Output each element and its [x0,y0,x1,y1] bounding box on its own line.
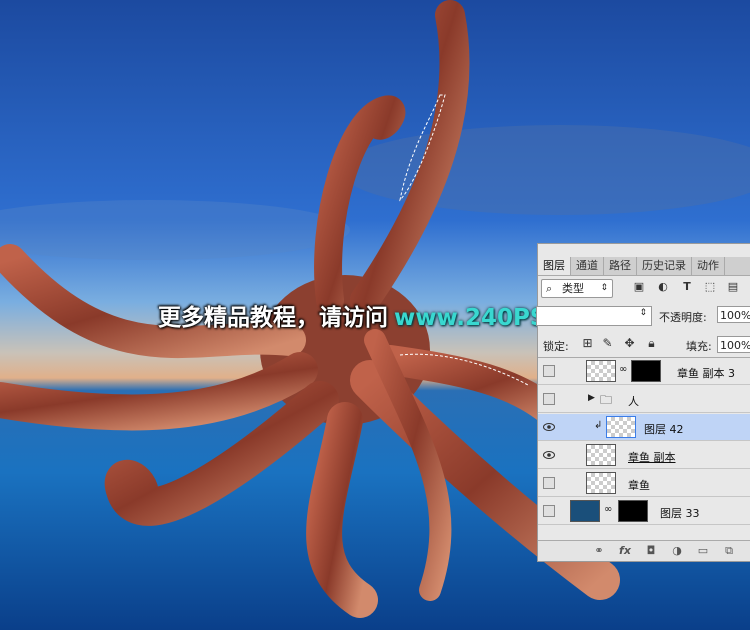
visibility-toggle[interactable] [543,505,555,517]
lock-all-icon[interactable]: 🔒︎ [645,337,658,350]
layers-list: ∞ 章鱼 副本 3 ▶ 🗀︎ 人 ↲ 图层 42 章鱼 副本 章鱼 ∞ 图层 3… [538,357,750,541]
layer-name: 图层 42 [644,423,684,436]
new-layer-icon[interactable]: ⧉ [722,544,736,558]
fill-input[interactable]: 100% [717,336,750,353]
lock-brush-icon[interactable]: ✎ [601,337,614,350]
add-mask-icon[interactable]: ◘ [644,544,658,558]
layer-name: 人 [628,395,639,408]
visibility-toggle[interactable] [543,365,555,377]
layer-row[interactable]: 章鱼 [538,470,750,497]
tab-history[interactable]: 历史记录 [637,257,692,275]
chain-link-icon: ∞ [604,504,613,515]
shape-filter-icon[interactable]: ⬚ [703,280,717,294]
search-icon: ⌕ [546,282,553,295]
filter-row: ⌕ 类型 ⇕ ▣ ◐ T ⬚ ▤ [538,277,750,299]
filter-type-select[interactable]: ⌕ 类型 ⇕ [541,279,613,298]
panel-bottom-bar: ⚭ fx ◘ ◑ ▭ ⧉ [538,540,750,561]
lock-label: 锁定: [543,340,569,353]
panel-tabs: 图层 通道 路径 历史记录 动作 [538,257,750,276]
folder-icon: 🗀︎ [600,393,613,407]
layer-row[interactable]: ∞ 图层 33 [538,498,750,525]
dropdown-arrow-icon: ⇕ [600,283,608,293]
image-filter-icon[interactable]: ▣ [632,280,646,294]
fx-icon[interactable]: fx [618,544,632,558]
layer-row[interactable]: ∞ 章鱼 副本 3 [538,358,750,385]
lock-move-icon[interactable]: ✥ [623,337,636,350]
blend-mode-select[interactable]: ⇕ [536,306,652,326]
opacity-label: 不透明度: [659,311,707,324]
layer-name: 章鱼 副本 3 [677,367,735,380]
opacity-input[interactable]: 100% [717,306,750,323]
lock-transparent-icon[interactable]: ⊞ [581,337,594,350]
visibility-toggle[interactable] [543,393,555,405]
layer-thumbnail [606,416,636,438]
tab-layers[interactable]: 图层 [538,257,571,275]
layer-thumbnail [570,500,600,522]
layer-mask-thumbnail[interactable] [631,360,661,382]
layer-row[interactable]: ▶ 🗀︎ 人 [538,386,750,413]
layers-panel: 图层 通道 路径 历史记录 动作 ⌕ 类型 ⇕ ▣ ◐ T ⬚ ▤ ⇕ 不透明度… [536,243,750,562]
layer-name: 章鱼 副本 [628,451,676,464]
layer-name: 章鱼 [628,479,650,492]
new-group-icon[interactable]: ▭ [696,544,710,558]
tab-paths[interactable]: 路径 [604,257,637,275]
visibility-toggle[interactable] [543,477,555,489]
fill-label: 填充: [686,340,712,353]
layer-thumbnail [586,472,616,494]
tab-actions[interactable]: 动作 [692,257,725,275]
layer-mask-thumbnail[interactable] [618,500,648,522]
adjustment-filter-icon[interactable]: ◐ [656,280,670,294]
filter-type-label: 类型 [562,282,584,295]
adjustment-layer-icon[interactable]: ◑ [670,544,684,558]
type-filter-icon[interactable]: T [680,280,694,294]
layer-row[interactable]: 章鱼 副本 [538,442,750,469]
chain-link-icon: ∞ [619,364,628,375]
layer-thumbnail [586,360,616,382]
eye-icon[interactable] [543,421,555,433]
layer-thumbnail [586,444,616,466]
dropdown-arrow-icon: ⇕ [639,308,647,318]
blend-row: ⇕ 不透明度: 100% [536,304,750,326]
clipping-arrow-icon: ↲ [594,420,603,431]
layer-name: 图层 33 [660,507,700,520]
smart-object-filter-icon[interactable]: ▤ [726,280,740,294]
disclosure-triangle-icon[interactable]: ▶ [588,393,595,403]
tab-channels[interactable]: 通道 [571,257,604,275]
eye-icon[interactable] [543,449,555,461]
link-layers-icon[interactable]: ⚭ [592,544,606,558]
watermark-cn: 更多精品教程，请访问 [158,305,388,331]
layer-row[interactable]: ↲ 图层 42 [538,414,750,441]
